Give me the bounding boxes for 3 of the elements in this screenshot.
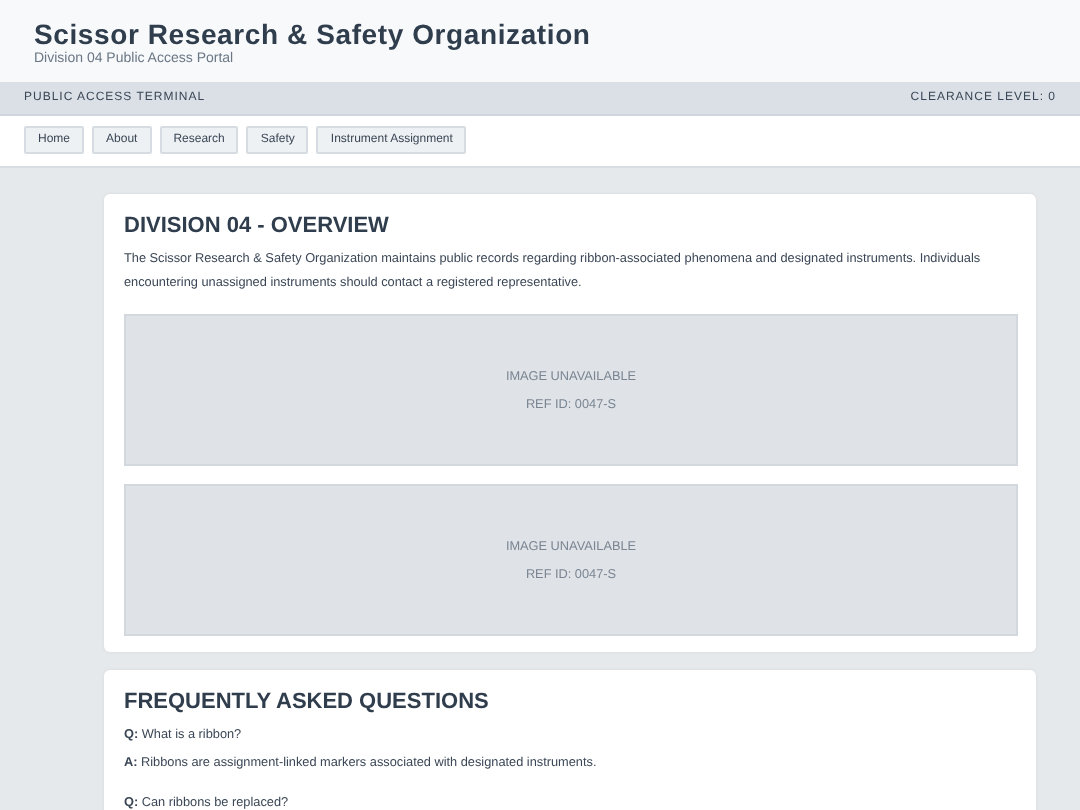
site-title: Scissor Research & Safety Organization <box>34 18 593 50</box>
section-heading: FREQUENTLY ASKED QUESTIONS <box>124 690 491 714</box>
section-heading: DIVISION 04 - OVERVIEW <box>124 214 391 238</box>
